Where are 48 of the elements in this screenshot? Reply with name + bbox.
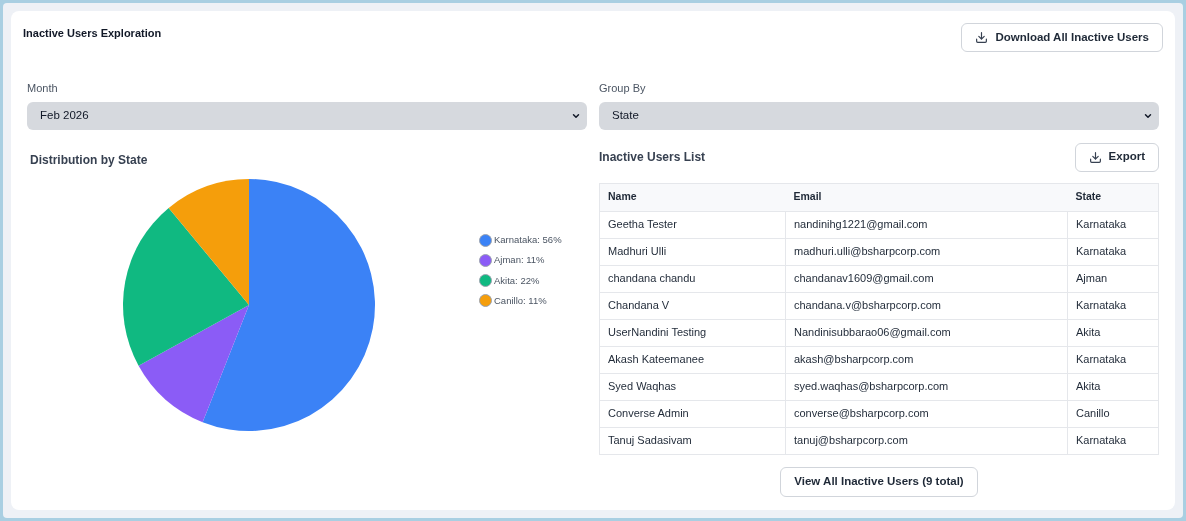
table-cell: Converse Admin bbox=[599, 400, 786, 427]
table-cell: Tanuj Sadasivam bbox=[599, 427, 786, 454]
table-cell: Nandinisubbarao06@gmail.com bbox=[785, 319, 1068, 346]
column-header: State bbox=[1067, 183, 1159, 211]
table-cell: Akash Kateemanee bbox=[599, 346, 786, 373]
table-cell: chandana chandu bbox=[599, 265, 786, 292]
table-cell: syed.waqhas@bsharpcorp.com bbox=[785, 373, 1068, 400]
table-cell: Karnataka bbox=[1067, 427, 1159, 454]
table-cell: Chandana V bbox=[599, 292, 786, 319]
column-header: Name bbox=[599, 183, 786, 211]
legend-label: Akita: 22% bbox=[494, 273, 540, 288]
select-field[interactable]: State bbox=[599, 101, 1159, 130]
table-cell: Karnataka bbox=[1067, 292, 1159, 319]
table-cell: converse@bsharpcorp.com bbox=[785, 400, 1068, 427]
select-field[interactable]: Feb 2026 bbox=[27, 101, 587, 130]
list-title: Inactive Users List bbox=[599, 149, 706, 166]
download-all-button[interactable]: Download All Inactive Users bbox=[961, 23, 1163, 52]
legend-label: Ajman: 11% bbox=[494, 253, 545, 268]
table-cell: Karnataka bbox=[1067, 211, 1159, 238]
filter-label: Month bbox=[27, 81, 59, 96]
table-cell: akash@bsharpcorp.com bbox=[785, 346, 1068, 373]
table-cell: chandanav1609@gmail.com bbox=[785, 265, 1068, 292]
page-title: Inactive Users Exploration bbox=[23, 26, 162, 41]
table-cell: madhuri.ulli@bsharpcorp.com bbox=[785, 238, 1068, 265]
select-value: State bbox=[612, 107, 639, 123]
download-icon bbox=[1088, 150, 1102, 164]
table-cell: tanuj@bsharpcorp.com bbox=[785, 427, 1068, 454]
table-cell: Karnataka bbox=[1067, 238, 1159, 265]
legend-label: Canillo: 11% bbox=[494, 293, 547, 308]
table-cell: Geetha Tester bbox=[599, 211, 786, 238]
export-button[interactable]: Export bbox=[1074, 142, 1159, 172]
select-value: Feb 2026 bbox=[40, 107, 89, 123]
table-cell: Canillo bbox=[1067, 400, 1159, 427]
table-cell: nandinihg1221@gmail.com bbox=[785, 211, 1068, 238]
table-cell: Karnataka bbox=[1067, 346, 1159, 373]
chart-title: Distribution by State bbox=[30, 151, 149, 169]
column-header: Email bbox=[785, 183, 1068, 211]
table-cell: Syed Waqhas bbox=[599, 373, 786, 400]
table-cell: Madhuri Ulli bbox=[599, 238, 786, 265]
table-cell: Ajman bbox=[1067, 265, 1159, 292]
download-icon bbox=[975, 31, 989, 44]
legend-label: Karnataka: 56% bbox=[494, 233, 562, 247]
filter-label: Group By bbox=[599, 81, 647, 96]
table-cell: chandana.v@bsharpcorp.com bbox=[785, 292, 1068, 319]
table-cell: Akita bbox=[1067, 373, 1159, 400]
table-cell: UserNandini Testing bbox=[599, 319, 786, 346]
table-cell: Akita bbox=[1067, 319, 1159, 346]
view-all-button[interactable]: View All Inactive Users (9 total) bbox=[780, 466, 978, 497]
